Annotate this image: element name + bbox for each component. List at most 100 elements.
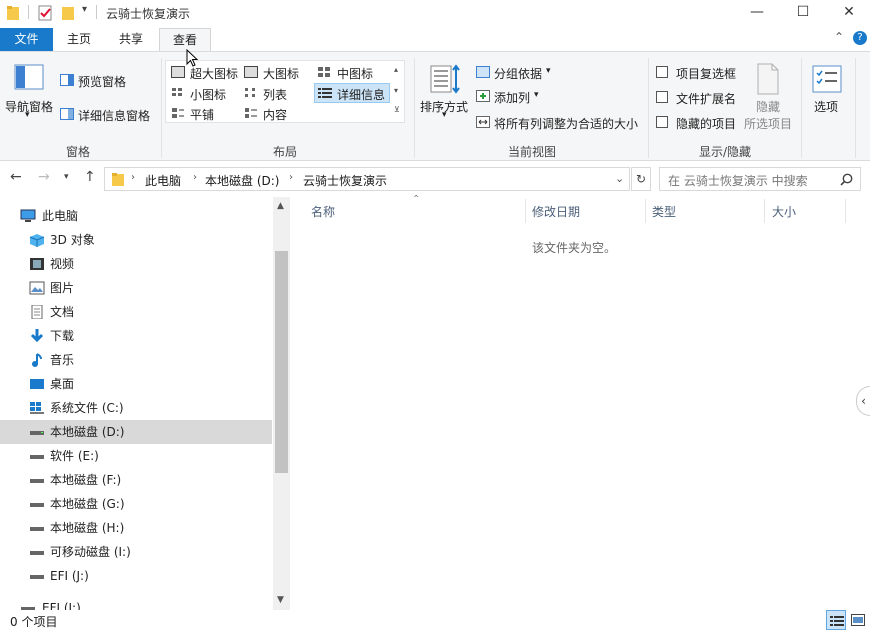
recent-locations-icon[interactable]: ▾ [64,172,69,182]
list-option[interactable]: 列表 [263,86,287,103]
preview-pane-button[interactable]: 预览窗格 [78,73,126,90]
customize-qat-icon[interactable]: ▾ [82,4,87,15]
hide-selected-button[interactable]: 隐藏 [756,98,780,115]
address-bar[interactable]: › 此电脑 › 本地磁盘 (D:) › 云骑士恢复演示 ⌄ [104,167,630,191]
large-icons-view-icon[interactable] [851,613,865,627]
nav-item-drive-j[interactable]: EFI (J:) [0,564,272,588]
column-type[interactable]: 类型 [652,203,676,220]
nav-label: 图片 [50,281,75,295]
collapse-ribbon-icon[interactable]: ⌃ [834,30,844,44]
help-icon[interactable]: ? [853,31,867,45]
folder-icon[interactable] [6,5,20,21]
column-size[interactable]: 大小 [772,203,796,220]
column-divider[interactable] [645,199,646,223]
size-all-columns-button[interactable]: 将所有列调整为合适的大小 [494,115,638,132]
file-list[interactable]: ⌃ 名称 修改日期 类型 大小 该文件夹为空。 [291,194,857,610]
breadcrumb-current-folder[interactable]: 云骑士恢复演示 [303,172,387,189]
breadcrumb-separator-icon[interactable]: › [193,172,197,183]
scroll-up-icon[interactable]: ▲ [277,201,284,211]
nav-item-drive-i[interactable]: 可移动磁盘 (I:) [0,540,272,564]
nav-label: EFI (J:) [42,601,81,610]
properties-icon[interactable] [38,5,53,21]
nav-item-drive-g[interactable]: 本地磁盘 (G:) [0,492,272,516]
maximize-button[interactable]: ☐ [780,0,826,25]
nav-item-desktop[interactable]: 桌面 [0,372,272,396]
nav-label: 本地磁盘 (H:) [50,521,125,535]
pictures-icon [29,281,45,295]
search-input[interactable]: 在 云骑士恢复演示 中搜索 [668,172,808,189]
gallery-more-icon[interactable]: ⊻ [394,105,400,114]
extra-large-icons-option[interactable]: 超大图标 [190,65,238,82]
refresh-icon[interactable]: ↻ [631,167,651,191]
group-by-button[interactable]: 分组依据 [494,65,542,82]
small-icons-option[interactable]: 小图标 [190,86,226,103]
column-divider[interactable] [845,199,846,223]
up-icon[interactable]: ↑ [84,169,96,185]
address-toolbar: ← → ▾ ↑ › 此电脑 › 本地磁盘 (D:) › 云骑士恢复演示 ⌄ ↻ … [0,162,870,196]
column-name[interactable]: 名称 [311,203,335,220]
nav-item-drive-c[interactable]: 系统文件 (C:) [0,396,272,420]
nav-item-music[interactable]: 音乐 [0,348,272,372]
nav-scrollbar[interactable]: ▲ ▼ [273,197,290,610]
column-divider[interactable] [764,199,765,223]
large-icons-option[interactable]: 大图标 [263,65,299,82]
nav-label: EFI (J:) [50,569,89,583]
search-box[interactable]: 在 云骑士恢复演示 中搜索 [659,167,861,191]
nav-item-drive-h[interactable]: 本地磁盘 (H:) [0,516,272,540]
navigation-pane-icon[interactable] [14,64,44,90]
content-option[interactable]: 内容 [263,106,287,123]
nav-item-drive-f[interactable]: 本地磁盘 (F:) [0,468,272,492]
back-icon[interactable]: ← [10,169,22,185]
group-divider [801,58,802,158]
nav-item-pictures[interactable]: 图片 [0,276,272,300]
nav-item-documents[interactable]: 文档 [0,300,272,324]
item-checkboxes-checkbox[interactable] [656,66,668,78]
gallery-scroll-down-icon[interactable]: ▾ [394,86,398,95]
breadcrumb-separator-icon[interactable]: › [131,172,135,183]
scrollbar-thumb[interactable] [275,251,288,473]
nav-label: 3D 对象 [50,233,95,247]
nav-item-downloads[interactable]: 下载 [0,324,272,348]
column-date-modified[interactable]: 修改日期 [532,203,580,220]
column-divider[interactable] [525,199,526,223]
gallery-scroll-up-icon[interactable]: ▴ [394,65,398,74]
hide-selected-button-line2[interactable]: 所选项目 [744,115,792,132]
forward-icon[interactable]: → [38,169,50,185]
details-option-selected[interactable]: 详细信息 [314,83,390,103]
nav-item-drive-d[interactable]: 本地磁盘 (D:) [0,420,272,444]
add-columns-button[interactable]: 添加列 [494,89,530,106]
details-pane-button[interactable]: 详细信息窗格 [78,107,150,124]
breadcrumb-this-pc[interactable]: 此电脑 [145,172,181,189]
group-divider [648,58,649,158]
file-extensions-checkbox[interactable] [656,91,668,103]
details-option[interactable]: 详细信息 [337,86,385,103]
scroll-down-icon[interactable]: ▼ [277,595,284,605]
nav-item-drive-e[interactable]: 软件 (E:) [0,444,272,468]
close-button[interactable]: ✕ [826,0,870,25]
tab-file[interactable]: 文件 [0,28,53,52]
tab-home[interactable]: 主页 [56,28,102,52]
group-divider [161,58,162,158]
sort-indicator-icon: ⌃ [412,194,421,205]
nav-item-drive-j-network[interactable]: EFI (J:) [0,596,264,610]
address-dropdown-icon[interactable]: ⌄ [615,172,624,185]
tab-view[interactable]: 查看 [159,28,211,52]
details-view-toggle[interactable] [826,610,846,630]
options-button[interactable]: 选项 [814,98,838,115]
breadcrumb-drive-d[interactable]: 本地磁盘 (D:) [205,172,279,189]
nav-item-this-pc[interactable]: 此电脑 [0,204,272,228]
nav-item-videos[interactable]: 视频 [0,252,272,276]
hidden-items-checkbox[interactable] [656,116,668,128]
tiles-option[interactable]: 平铺 [190,106,214,123]
3d-objects-icon [29,234,45,247]
minimize-button[interactable]: — [734,0,780,25]
nav-item-3d-objects[interactable]: 3D 对象 [0,228,272,252]
expand-panel-icon[interactable]: ‹ [856,386,870,416]
title-bar: ▾ 云骑士恢复演示 — ☐ ✕ [0,0,870,25]
tab-share[interactable]: 共享 [108,28,154,52]
medium-icons-option[interactable]: 中图标 [337,65,373,82]
search-icon[interactable] [840,173,853,186]
new-folder-icon[interactable] [61,5,75,21]
status-bar: 0 个项目 [0,610,870,632]
breadcrumb-separator-icon[interactable]: › [289,172,293,183]
